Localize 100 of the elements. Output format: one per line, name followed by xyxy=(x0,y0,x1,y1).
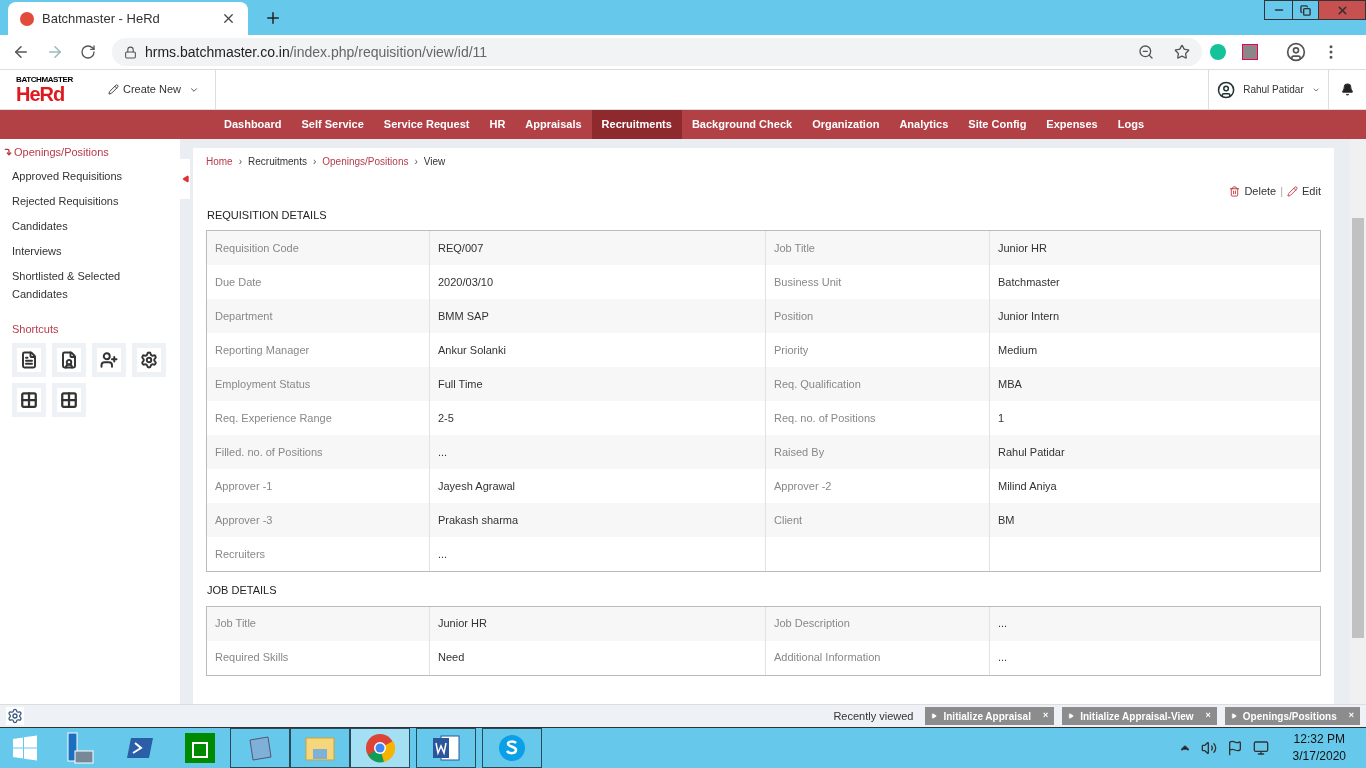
field-value: Prakash sharma xyxy=(438,512,519,528)
sidebar-link[interactable]: Interviews xyxy=(12,241,144,260)
add-user-icon[interactable] xyxy=(100,351,118,369)
field-label: Job Description xyxy=(774,616,850,632)
scrollbar[interactable] xyxy=(1350,139,1366,704)
field-value: Junior HR xyxy=(438,616,487,632)
nav-item[interactable]: HR xyxy=(479,110,516,139)
close-window-button[interactable] xyxy=(1319,0,1366,20)
play-icon xyxy=(1230,713,1237,719)
breadcrumb-link[interactable]: Openings/Positions xyxy=(322,154,409,169)
field-value: BM xyxy=(998,512,1015,528)
back-icon[interactable] xyxy=(12,43,30,61)
skype-taskbar-button[interactable] xyxy=(482,728,542,768)
breadcrumb-separator: › xyxy=(312,155,317,169)
minimize-button[interactable] xyxy=(1264,0,1293,20)
lock-icon xyxy=(124,45,137,59)
document-icon[interactable] xyxy=(20,351,38,369)
breadcrumb-link[interactable]: Home xyxy=(206,154,233,169)
settings-icon[interactable] xyxy=(140,351,158,369)
nav-item[interactable]: Background Check xyxy=(681,110,803,139)
field-label: Filled. no. of Positions xyxy=(215,444,323,460)
tab-title: Batchmaster - HeRd xyxy=(42,9,161,28)
skype-icon xyxy=(497,733,527,763)
breadcrumb-link[interactable]: View xyxy=(423,154,446,169)
document-user-icon[interactable] xyxy=(60,351,78,369)
edit-link[interactable]: Edit xyxy=(1302,183,1321,200)
breadcrumb-link[interactable]: Recruitments xyxy=(248,154,307,169)
field-label: Position xyxy=(774,308,814,324)
field-label: Req. Experience Range xyxy=(215,410,332,426)
field-label: Department xyxy=(215,308,273,324)
arrow-icon xyxy=(4,148,12,157)
sidebar-link[interactable]: Rejected Requisitions xyxy=(12,191,144,210)
field-label: Approver -2 xyxy=(774,478,832,494)
sidebar-link[interactable]: Candidates xyxy=(12,216,144,235)
volume-icon[interactable] xyxy=(1200,740,1217,756)
field-value: Need xyxy=(438,650,465,666)
settings-icon[interactable] xyxy=(6,707,24,725)
trash-icon[interactable] xyxy=(1229,185,1241,197)
close-icon[interactable] xyxy=(221,11,236,26)
clock-time[interactable]: 12:32 PM xyxy=(1293,731,1345,748)
bookmark-star-icon[interactable] xyxy=(1174,44,1190,60)
folder-icon xyxy=(305,735,335,761)
nav-item[interactable]: Service Request xyxy=(373,110,480,139)
collapse-sidebar-button[interactable] xyxy=(180,159,190,199)
separator: | xyxy=(1280,184,1284,199)
nav-item[interactable]: Recruitments xyxy=(591,110,682,139)
browser-tab[interactable]: Batchmaster - HeRd xyxy=(8,2,248,35)
app-logo[interactable]: BATCHMASTER HeRd xyxy=(0,70,92,109)
word-icon xyxy=(431,733,461,763)
zoom-out-icon[interactable] xyxy=(1138,44,1154,60)
sidebar-link[interactable]: Approved Requisitions xyxy=(12,166,144,185)
field-value: ... xyxy=(998,650,1008,666)
network-icon[interactable] xyxy=(1252,740,1269,756)
delete-link[interactable]: Delete xyxy=(1244,183,1277,200)
sidebar-heading[interactable]: Openings/Positions xyxy=(14,144,109,161)
flag-icon[interactable] xyxy=(1226,740,1243,756)
nav-item[interactable]: Appraisals xyxy=(515,110,592,139)
shortcuts-heading: Shortcuts xyxy=(11,321,60,337)
grid-icon[interactable] xyxy=(60,391,78,409)
field-value: Batchmaster xyxy=(998,274,1060,290)
nav-item[interactable]: Site Config xyxy=(958,110,1037,139)
new-tab-icon[interactable] xyxy=(264,9,282,27)
recently-viewed-label: Recently viewed xyxy=(833,708,914,724)
word-taskbar-button[interactable] xyxy=(416,728,476,768)
user-menu[interactable]: Rahul Patidar xyxy=(1208,70,1328,109)
field-label: Recruiters xyxy=(215,546,266,562)
create-new-button[interactable]: Create New xyxy=(92,70,216,109)
field-label: Priority xyxy=(774,342,809,358)
field-label: Job Title xyxy=(774,240,815,256)
field-label: Req. Qualification xyxy=(774,376,861,392)
notification-bell-icon[interactable] xyxy=(1341,83,1354,96)
field-label: Req. no. of Positions xyxy=(774,410,876,426)
field-value: Full Time xyxy=(438,376,483,392)
nav-item[interactable]: Self Service xyxy=(291,110,374,139)
pencil-icon[interactable] xyxy=(1287,185,1299,197)
file-explorer-taskbar-button[interactable] xyxy=(290,728,350,768)
chrome-taskbar-button[interactable] xyxy=(350,728,410,768)
url-text: hrms.batchmaster.co.in/index.php/requisition/view/id/11 xyxy=(145,42,488,62)
profile-icon[interactable] xyxy=(1286,42,1306,62)
field-label: Business Unit xyxy=(774,274,842,290)
field-value: 2-5 xyxy=(438,410,454,426)
sidebar-link[interactable]: Shortlisted & Selected Candidates xyxy=(12,266,144,303)
field-label: Employment Status xyxy=(215,376,311,392)
notepad-taskbar-button[interactable] xyxy=(230,728,290,768)
address-bar[interactable]: hrms.batchmaster.co.in/index.php/requisition/view/id/11 xyxy=(112,38,1202,66)
field-label: Requisition Code xyxy=(215,240,299,256)
clock-date[interactable]: 3/17/2020 xyxy=(1292,748,1346,765)
nav-item[interactable]: Dashboard xyxy=(214,110,292,139)
nav-item[interactable]: Analytics xyxy=(889,110,959,139)
nav-item[interactable]: Organization xyxy=(802,110,890,139)
close-icon xyxy=(1335,3,1349,17)
nav-item[interactable]: Logs xyxy=(1107,110,1154,139)
nav-item[interactable]: Expenses xyxy=(1036,110,1108,139)
pencil-icon xyxy=(108,84,119,95)
grid-icon[interactable] xyxy=(20,391,38,409)
reload-icon[interactable] xyxy=(80,44,96,60)
field-label: Required Skills xyxy=(215,650,289,666)
section-title: REQUISITION DETAILS xyxy=(206,207,328,223)
field-label: Additional Information xyxy=(774,650,881,666)
notepad-icon xyxy=(246,734,274,762)
